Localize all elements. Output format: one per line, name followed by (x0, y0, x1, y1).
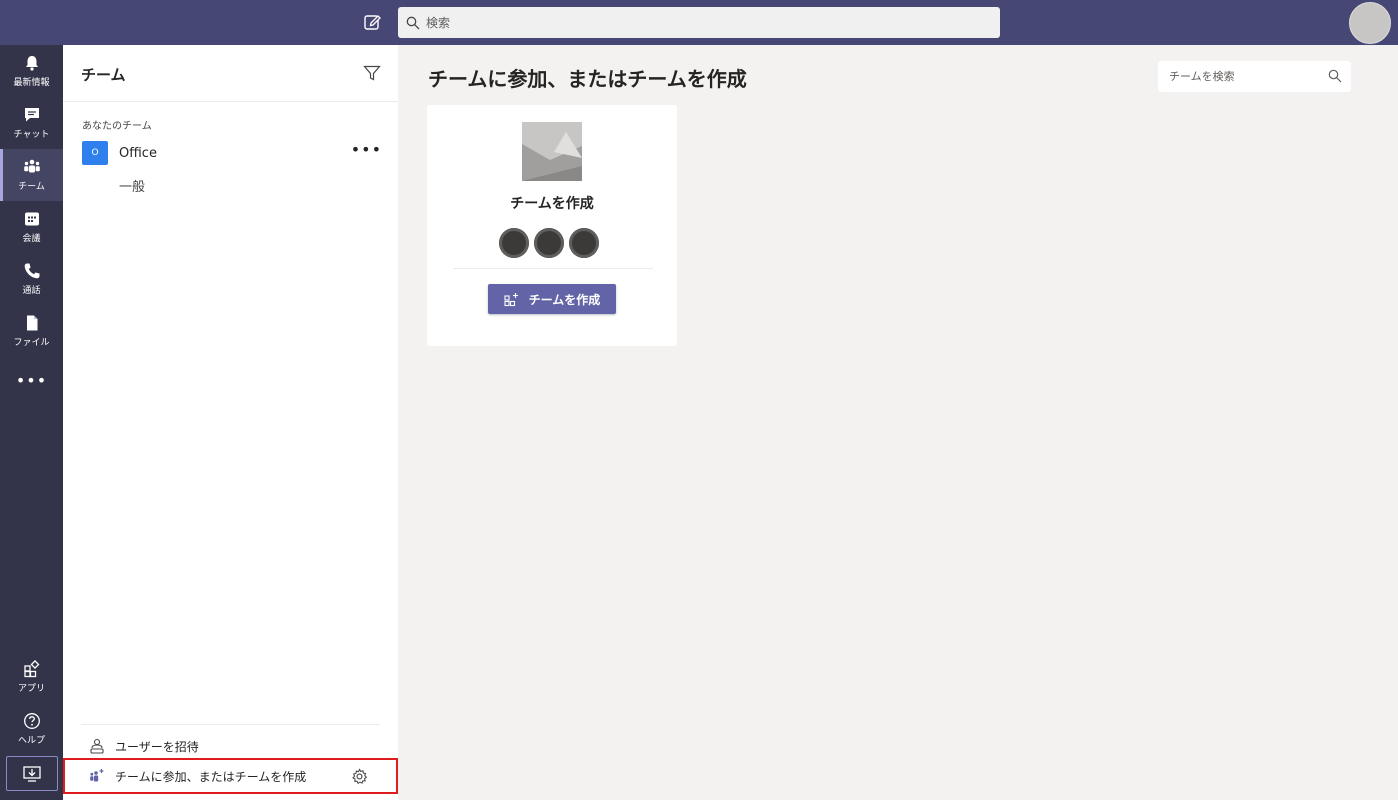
phone-icon (24, 263, 39, 279)
create-team-button[interactable]: チームを作成 (488, 284, 616, 314)
compose-icon[interactable] (362, 12, 382, 32)
channel-item-general[interactable]: 一般 (119, 176, 145, 195)
panel-title: チーム (81, 66, 126, 84)
global-search[interactable] (398, 7, 1000, 38)
apps-icon (23, 660, 39, 678)
divider (81, 724, 380, 725)
more-options-icon[interactable]: ••• (351, 142, 382, 158)
divider (453, 268, 653, 269)
app-rail: 最新情報 チャット チーム 会議 通話 ファイル ••• アプリ ヘルプ (0, 45, 63, 800)
rail-item-chat[interactable]: チャット (0, 97, 63, 149)
download-icon (23, 765, 41, 782)
team-name: Office (119, 145, 157, 161)
avatar (534, 228, 564, 258)
avatar (499, 228, 529, 258)
join-team-icon (90, 769, 104, 782)
team-search-input[interactable] (1169, 70, 1319, 83)
help-icon (23, 713, 40, 729)
more-apps-ellipsis[interactable]: ••• (0, 371, 63, 395)
avatar (569, 228, 599, 258)
member-avatars (499, 228, 604, 258)
rail-item-help[interactable]: ヘルプ (0, 703, 63, 755)
rail-item-label: ヘルプ (17, 736, 45, 746)
team-search-box[interactable] (1158, 61, 1351, 92)
divider (63, 101, 398, 102)
user-avatar[interactable] (1349, 2, 1391, 44)
invite-users-button[interactable]: ユーザーを招待 (89, 735, 199, 757)
create-team-label: チームを作成 (528, 292, 601, 307)
search-icon (406, 16, 420, 29)
teams-panel: チーム あなたのチーム O Office ••• 一般 ユーザーを招待 チームに… (63, 45, 398, 800)
calendar-icon (24, 212, 39, 226)
create-team-icon (504, 292, 518, 306)
search-input[interactable] (426, 15, 926, 30)
card-title: チームを作成 (510, 196, 594, 212)
page-title: チームに参加、またはチームを作成 (428, 67, 747, 91)
teams-icon (23, 159, 40, 173)
filter-icon[interactable] (363, 64, 381, 82)
rail-item-label: アプリ (17, 684, 45, 694)
file-icon (26, 315, 37, 331)
rail-item-files[interactable]: ファイル (0, 305, 63, 357)
team-item-office[interactable]: O Office ••• (82, 141, 382, 165)
join-label: チームに参加、またはチームを作成 (115, 769, 307, 784)
rail-item-teams[interactable]: チーム (0, 149, 63, 201)
join-or-create-team-button[interactable]: チームに参加、またはチームを作成 (63, 758, 398, 794)
your-teams-label: あなたのチーム (82, 121, 152, 132)
rail-item-meetings[interactable]: 会議 (0, 201, 63, 253)
rail-item-activity[interactable]: 最新情報 (0, 45, 63, 97)
rail-item-label: チーム (18, 182, 45, 192)
bell-icon (25, 56, 38, 71)
team-avatar: O (82, 141, 108, 165)
rail-item-calls[interactable]: 通話 (0, 253, 63, 305)
create-team-card: チームを作成 チームを作成 (427, 105, 677, 346)
rail-item-label: 最新情報 (13, 78, 50, 88)
top-bar (0, 0, 1398, 45)
team-placeholder-image (522, 122, 582, 181)
rail-item-label: ファイル (13, 338, 50, 348)
invite-label: ユーザーを招待 (115, 739, 199, 754)
invite-user-icon (90, 738, 104, 754)
download-app-button[interactable] (6, 756, 58, 791)
rail-item-apps[interactable]: アプリ (0, 651, 63, 703)
chat-icon (24, 108, 39, 122)
search-icon[interactable] (1328, 69, 1342, 83)
gear-icon[interactable] (351, 768, 368, 785)
rail-item-label: 通話 (22, 286, 41, 296)
rail-item-label: 会議 (22, 234, 41, 244)
rail-item-label: チャット (13, 130, 50, 140)
